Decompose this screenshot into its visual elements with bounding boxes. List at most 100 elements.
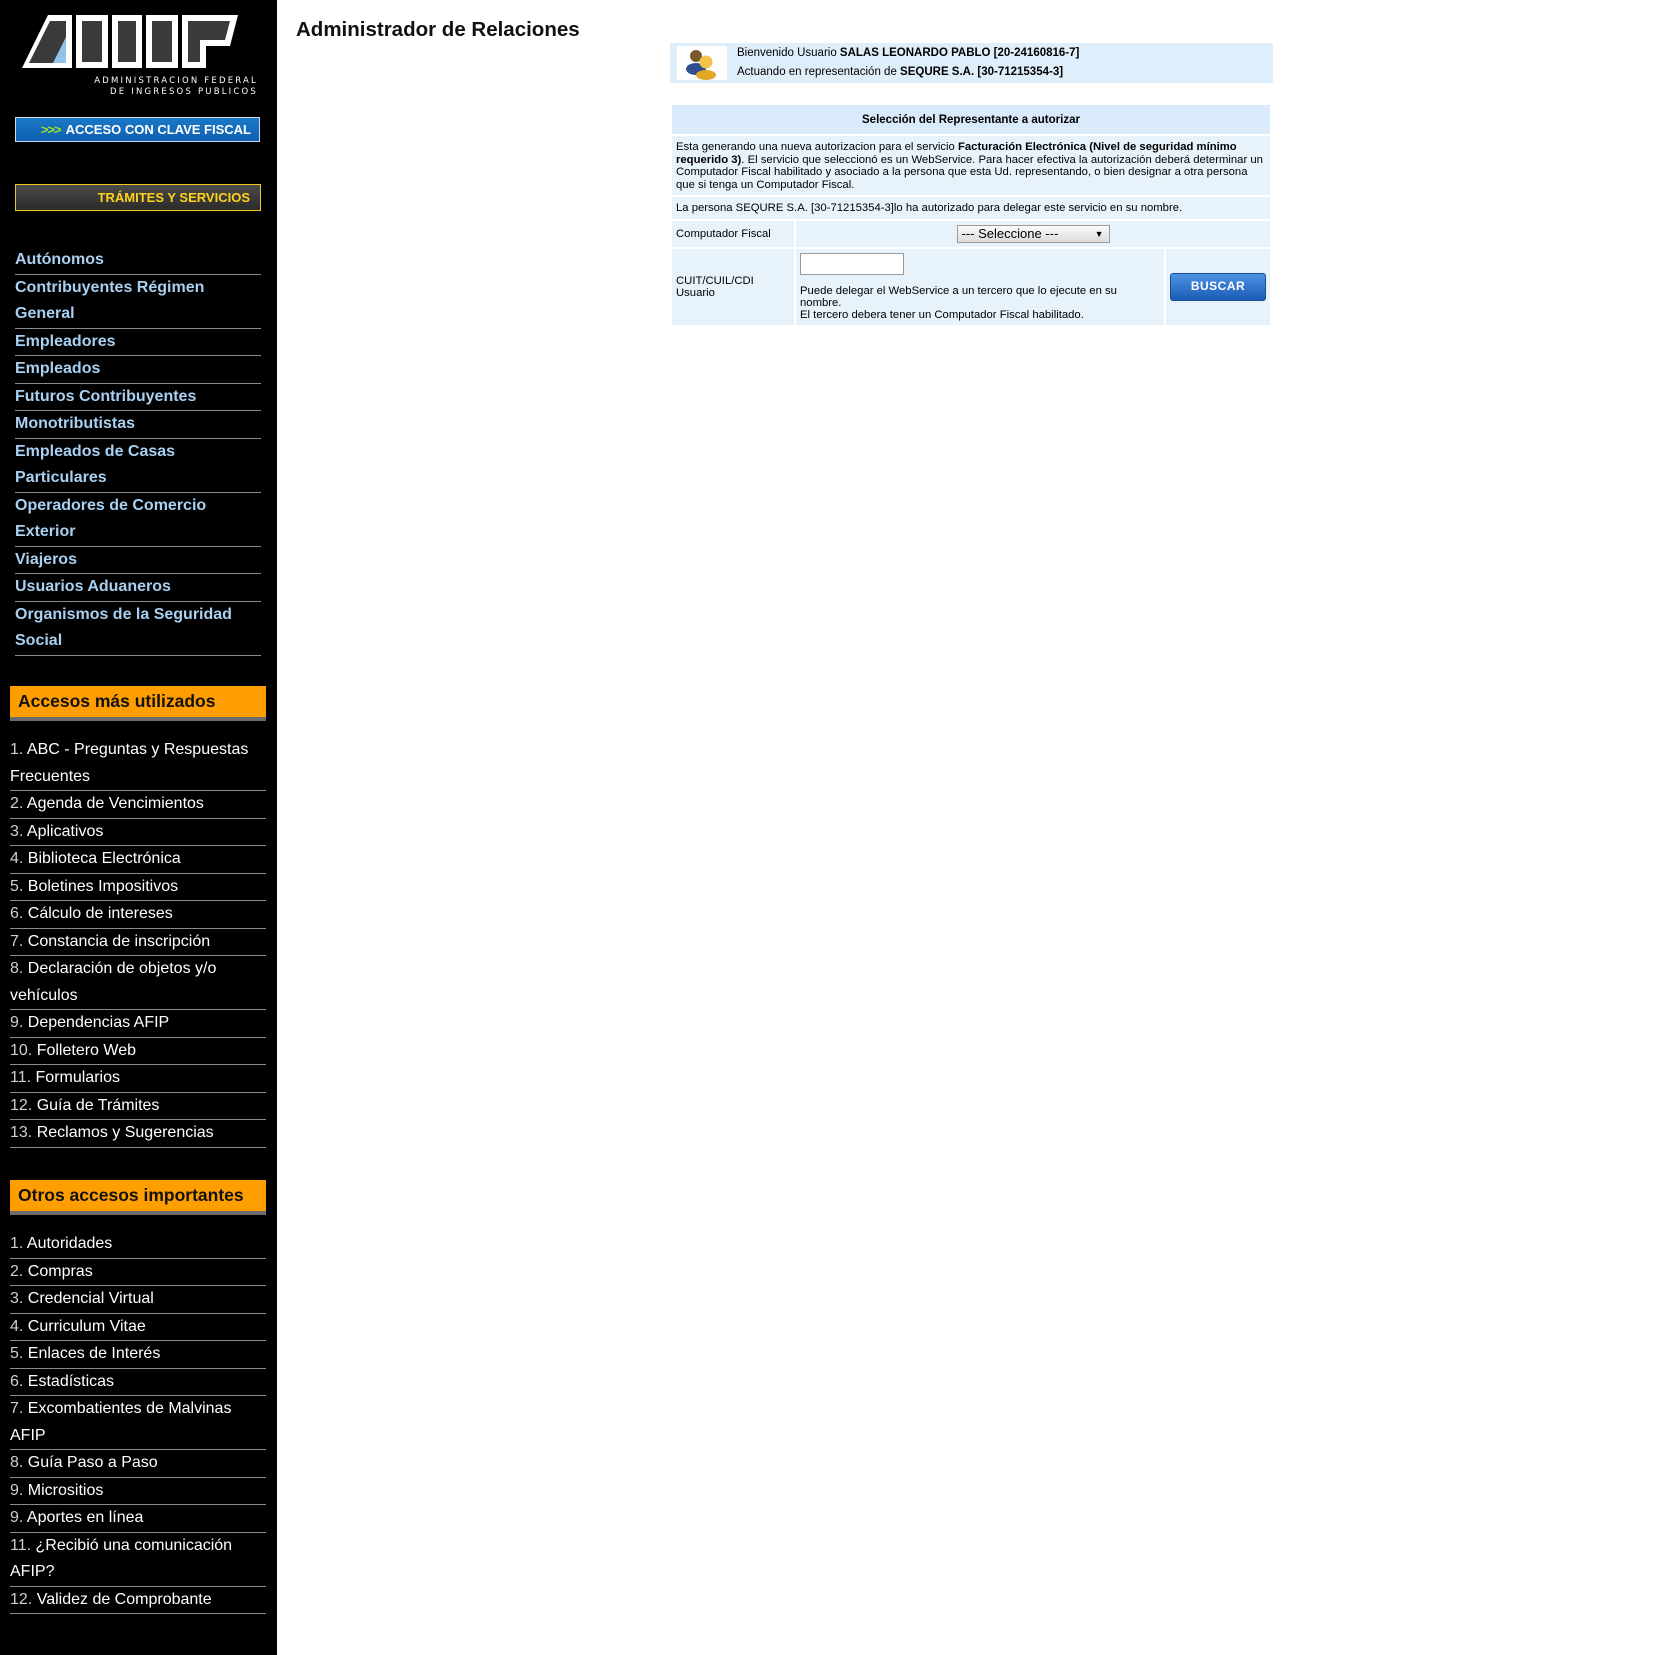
acceso-clave-fiscal-label: ACCESO CON CLAVE FISCAL xyxy=(65,122,251,137)
list-item[interactable]: 13. Reclamos y Sugerencias xyxy=(10,1120,266,1148)
otros-accesos-importantes-list: 1. Autoridades 2. Compras 3. Credencial … xyxy=(10,1231,266,1614)
item-label: ¿Recibió una comunicación AFIP? xyxy=(10,1536,233,1581)
item-number: 3. xyxy=(10,1290,24,1307)
list-item[interactable]: 3. Credencial Virtual xyxy=(10,1286,266,1314)
nav-item-monotributistas[interactable]: Monotributistas xyxy=(15,411,261,439)
user-name: SALAS LEONARDO PABLO [20-24160816-7] xyxy=(839,47,1080,59)
nav-item-contribuyentes-regimen-general[interactable]: Contribuyentes Régimen General xyxy=(15,275,261,329)
computador-fiscal-cell: --- Seleccione --- ▼ xyxy=(796,220,1270,247)
item-label: Autoridades xyxy=(26,1235,113,1252)
accesos-mas-utilizados-list: 1. ABC - Preguntas y Respuestas Frecuent… xyxy=(10,737,266,1148)
representative-table: Selección del Representante a autorizar … xyxy=(670,103,1272,327)
item-number: 1. xyxy=(10,1235,24,1252)
item-label: Estadísticas xyxy=(27,1372,115,1390)
list-item[interactable]: 1. ABC - Preguntas y Respuestas Frecuent… xyxy=(10,737,266,791)
list-item[interactable]: 5. Enlaces de Interés xyxy=(10,1341,266,1369)
description-prefix: Esta generando una nueva autorizacion pa… xyxy=(676,141,958,153)
item-number: 11. xyxy=(10,1069,32,1086)
list-item[interactable]: 9. Dependencias AFIP xyxy=(10,1010,266,1038)
represented-company: SEQURE S.A. [30-71215354-3] xyxy=(900,66,1064,78)
item-number: 5. xyxy=(10,877,24,895)
item-label: ABC - Preguntas y Respuestas Frecuentes xyxy=(10,741,249,785)
accesos-mas-utilizados-title: Accesos más utilizados xyxy=(10,686,266,721)
item-number: 9. xyxy=(10,1014,24,1031)
item-label: Declaración de objetos y/o vehículos xyxy=(10,960,217,1004)
buscar-cell: BUSCAR xyxy=(1166,248,1270,325)
list-item[interactable]: 8. Declaración de objetos y/o vehículos xyxy=(10,956,266,1010)
nav-item-empleados[interactable]: Empleados xyxy=(15,356,261,384)
item-number: 6. xyxy=(10,1372,24,1390)
item-number: 4. xyxy=(10,850,24,867)
computador-fiscal-select[interactable]: --- Seleccione --- ▼ xyxy=(956,224,1110,243)
item-label: Boletines Impositivos xyxy=(27,877,179,895)
list-item[interactable]: 8. Guía Paso a Paso xyxy=(10,1450,266,1478)
item-label: Enlaces de Interés xyxy=(27,1345,161,1362)
representative-selection-panel: Selección del Representante a autorizar … xyxy=(670,103,1272,327)
list-item[interactable]: 1. Autoridades xyxy=(10,1231,266,1259)
list-item[interactable]: 11. Formularios xyxy=(10,1065,266,1093)
item-number: 7. xyxy=(10,1400,24,1417)
list-item[interactable]: 11. ¿Recibió una comunicación AFIP? xyxy=(10,1533,266,1587)
list-item[interactable]: 6. Estadísticas xyxy=(10,1369,266,1396)
item-number: 13. xyxy=(10,1124,33,1141)
list-item[interactable]: 2. Agenda de Vencimientos xyxy=(10,791,266,819)
delegation-notice: La persona SEQURE S.A. [30-71215354-3]lo… xyxy=(672,197,1270,219)
list-item[interactable]: 3. Aplicativos xyxy=(10,819,266,846)
nav-item-organismos-seguridad-social[interactable]: Organismos de la Seguridad Social xyxy=(15,602,261,656)
item-number: 3. xyxy=(10,822,24,840)
item-number: 2. xyxy=(10,1262,24,1280)
user-info-box: Bienvenido Usuario SALAS LEONARDO PABLO … xyxy=(670,43,1273,83)
list-item[interactable]: 12. Validez de Comprobante xyxy=(10,1587,266,1614)
list-item[interactable]: 5. Boletines Impositivos xyxy=(10,874,266,901)
cuit-input[interactable] xyxy=(800,252,904,275)
tramites-servicios-label: TRÁMITES Y SERVICIOS xyxy=(97,190,250,205)
item-label: Micrositios xyxy=(27,1481,104,1499)
list-item[interactable]: 4. Biblioteca Electrónica xyxy=(10,846,266,874)
item-number: 4. xyxy=(10,1317,24,1335)
users-icon xyxy=(677,46,727,80)
item-number: 10. xyxy=(10,1041,33,1059)
item-label: Agenda de Vencimientos xyxy=(26,795,204,812)
item-number: 9. xyxy=(10,1509,24,1526)
item-number: 7. xyxy=(10,932,24,950)
nav-item-usuarios-aduaneros[interactable]: Usuarios Aduaneros xyxy=(15,574,261,602)
item-number: 12. xyxy=(10,1096,33,1114)
list-item[interactable]: 12. Guía de Trámites xyxy=(10,1093,266,1120)
computador-fiscal-selected: --- Seleccione --- xyxy=(961,225,1059,241)
page-title: Administrador de Relaciones xyxy=(296,18,580,41)
nav-item-operadores-comercio-exterior[interactable]: Operadores de Comercio Exterior xyxy=(15,493,261,547)
list-item[interactable]: 7. Constancia de inscripción xyxy=(10,929,266,956)
hint-line-1: Puede delegar el WebService a un tercero… xyxy=(800,284,1117,309)
buscar-button[interactable]: BUSCAR xyxy=(1170,272,1266,301)
list-item[interactable]: 7. Excombatientes de Malvinas AFIP xyxy=(10,1396,266,1450)
computador-fiscal-label: Computador Fiscal xyxy=(672,220,794,247)
triple-arrow-icon: >>> xyxy=(40,122,62,137)
list-item[interactable]: 10. Folletero Web xyxy=(10,1038,266,1065)
item-number: 8. xyxy=(10,960,24,977)
item-label: Cálculo de intereses xyxy=(27,905,173,922)
acting-prefix: Actuando en representación de xyxy=(737,66,901,78)
nav-item-empleados-casas-particulares[interactable]: Empleados de Casas Particulares xyxy=(15,439,261,493)
list-item[interactable]: 4. Curriculum Vitae xyxy=(10,1314,266,1341)
nav-item-viajeros[interactable]: Viajeros xyxy=(15,547,261,574)
list-item[interactable]: 2. Compras xyxy=(10,1259,266,1286)
item-label: Folletero Web xyxy=(36,1041,137,1059)
list-item[interactable]: 9. Micrositios xyxy=(10,1478,266,1505)
item-label: Compras xyxy=(27,1262,93,1280)
tramites-servicios-button[interactable]: TRÁMITES Y SERVICIOS xyxy=(15,184,261,211)
list-item[interactable]: 6. Cálculo de intereses xyxy=(10,901,266,929)
cuit-label-line-2: Usuario xyxy=(676,286,715,299)
item-label: Validez de Comprobante xyxy=(36,1590,212,1608)
item-label: Guía Paso a Paso xyxy=(27,1454,158,1471)
item-label: Formularios xyxy=(35,1069,120,1086)
audience-nav: Autónomos Contribuyentes Régimen General… xyxy=(15,247,261,656)
nav-item-autonomos[interactable]: Autónomos xyxy=(15,247,261,275)
item-label: Biblioteca Electrónica xyxy=(27,850,181,867)
welcome-prefix: Bienvenido Usuario xyxy=(737,47,840,59)
acceso-clave-fiscal-button[interactable]: >>> ACCESO CON CLAVE FISCAL xyxy=(15,117,260,142)
nav-item-empleadores[interactable]: Empleadores xyxy=(15,329,261,356)
list-item[interactable]: 9. Aportes en línea xyxy=(10,1505,266,1533)
item-number: 5. xyxy=(10,1345,24,1362)
panel-header: Selección del Representante a autorizar xyxy=(672,105,1270,134)
nav-item-futuros-contribuyentes[interactable]: Futuros Contribuyentes xyxy=(15,384,261,411)
